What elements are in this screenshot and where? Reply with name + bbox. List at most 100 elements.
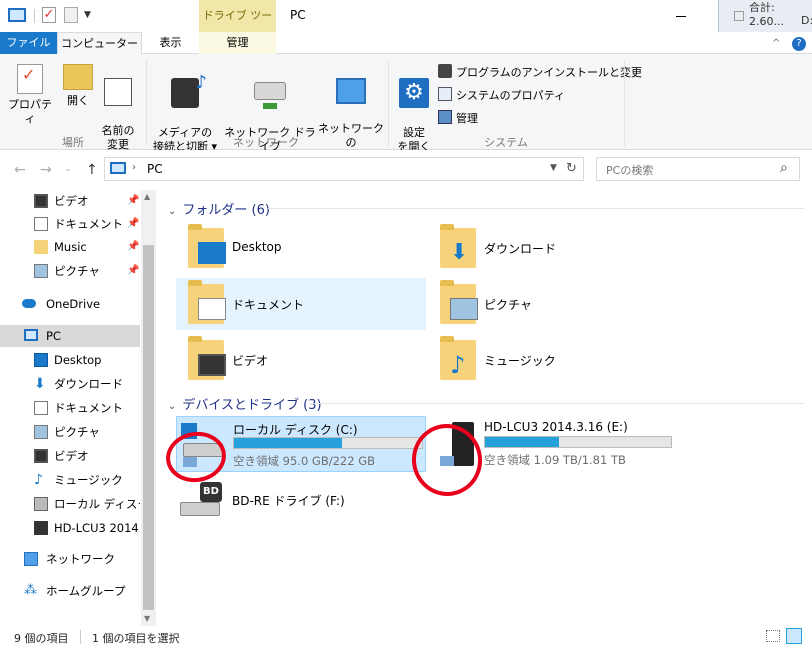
section-header-folders[interactable]: ⌄ フォルダー (6) (168, 199, 270, 218)
nav-item-label: PC (46, 329, 61, 343)
network-icon (24, 552, 38, 566)
tab-computer[interactable]: コンピューター (57, 32, 142, 54)
nav-item-hd-lcu3[interactable]: HD-LCU3 2014.3 (0, 517, 140, 539)
pin-icon[interactable]: 📌 (127, 260, 139, 282)
open-button[interactable]: 開く (60, 64, 96, 108)
details-view-icon[interactable] (766, 630, 780, 642)
forward-arrow-icon[interactable]: → (40, 162, 52, 178)
nav-item-label: OneDrive (46, 297, 101, 311)
maximize-button[interactable] (734, 11, 744, 21)
nav-item-homegroup[interactable]: ⁂ ホームグループ (0, 580, 140, 602)
folder-tile-downloads[interactable]: ⬇ ダウンロード (428, 222, 678, 274)
disc-icon (438, 64, 452, 78)
pc-icon (24, 329, 38, 341)
pc-icon (110, 162, 126, 174)
folder-icon: ⬇ (440, 224, 476, 268)
ribbon-group-separator (624, 60, 625, 146)
chevron-right-icon[interactable]: › (132, 162, 136, 173)
folder-label: ダウンロード (484, 242, 557, 256)
properties-label: プロパティ (8, 98, 52, 125)
qat-dropdown-icon[interactable]: ▼ (84, 10, 91, 20)
pin-icon[interactable]: 📌 (127, 190, 139, 212)
properties-qat-icon[interactable]: ✓ (42, 7, 56, 23)
folder-tile-desktop[interactable]: Desktop (176, 222, 426, 274)
nav-item-music[interactable]: Music 📌 (0, 236, 140, 258)
nav-item-pictures-2[interactable]: ピクチャ (0, 421, 140, 443)
scroll-down-arrow-icon[interactable]: ▼ (144, 614, 150, 623)
open-label: 開く (67, 94, 89, 107)
pin-icon[interactable]: 📌 (127, 236, 139, 258)
back-arrow-icon[interactable]: ← (14, 162, 26, 178)
refresh-icon[interactable]: ↻ (566, 161, 577, 176)
tab-file[interactable]: ファイル (0, 32, 57, 54)
tab-manage[interactable]: 管理 (199, 32, 276, 54)
status-selected-count: 1 個の項目を選択 (92, 632, 180, 645)
address-path[interactable]: PC (147, 162, 163, 176)
nav-item-network[interactable]: ネットワーク (0, 548, 140, 570)
search-icon[interactable]: ⌕ (780, 160, 788, 176)
recent-dropdown-icon[interactable]: ⌄ (64, 164, 72, 174)
chevron-down-icon[interactable]: ⌄ (168, 401, 176, 412)
section-header-devices[interactable]: ⌄ デバイスとドライブ (3) (168, 394, 322, 413)
cloud-icon (22, 299, 36, 308)
nav-item-label: ビデオ (54, 194, 89, 208)
drive-usage-bar (484, 436, 672, 448)
bd-disc-icon: BD (200, 482, 222, 502)
folder-tile-documents[interactable]: ドキュメント (176, 278, 426, 330)
chevron-down-icon[interactable]: ⌄ (168, 206, 176, 217)
address-bar[interactable] (104, 157, 584, 181)
computer-management-icon (438, 110, 452, 124)
collapse-ribbon-icon[interactable]: ^ (772, 38, 780, 49)
nav-item-videos[interactable]: ビデオ 📌 (0, 190, 140, 212)
tooltip-overlay: 合計: 2.60... D: (718, 0, 812, 32)
drive-tile-bd-re[interactable]: BD BD-RE ドライブ (F:) (176, 476, 426, 526)
system-properties-button[interactable]: システムのプロパティ (438, 87, 565, 103)
nav-item-pictures[interactable]: ピクチャ 📌 (0, 260, 140, 282)
document-icon (34, 217, 48, 231)
nav-item-videos-2[interactable]: ビデオ (0, 445, 140, 467)
nav-item-label: ビデオ (54, 449, 89, 463)
nav-item-downloads[interactable]: ⬇ ダウンロード (0, 373, 140, 395)
large-icons-view-icon[interactable] (786, 628, 802, 644)
gear-icon: ⚙ (399, 78, 429, 108)
folder-tile-music[interactable]: ♪ ミュージック (428, 334, 678, 386)
title-bar (0, 0, 812, 32)
nav-item-music-2[interactable]: ♪ ミュージック (0, 469, 140, 491)
nav-item-documents-2[interactable]: ドキュメント (0, 397, 140, 419)
nav-item-onedrive[interactable]: OneDrive (0, 293, 140, 315)
nav-item-desktop[interactable]: Desktop (0, 349, 140, 371)
scroll-up-arrow-icon[interactable]: ▲ (144, 192, 150, 201)
pictures-icon (34, 425, 48, 439)
download-icon: ⬇ (450, 240, 469, 265)
folder-tile-pictures[interactable]: ピクチャ (428, 278, 678, 330)
nav-item-local-disk[interactable]: ローカル ディスク (C (0, 493, 140, 515)
properties-button[interactable]: プロパティ (6, 64, 54, 126)
network-location-icon (336, 78, 366, 104)
video-icon (34, 449, 48, 463)
new-folder-qat-icon[interactable] (64, 7, 78, 23)
uninstall-programs-button[interactable]: プログラムのアンインストールと変更 (438, 64, 642, 80)
section-title: デバイスとドライブ (3) (182, 398, 322, 413)
navigation-pane: ビデオ 📌 ドキュメント 📌 Music 📌 ピクチャ 📌 OneDrive P… (0, 190, 156, 626)
up-arrow-icon[interactable]: ↑ (86, 162, 98, 178)
ribbon-tabs: ファイル コンピューター 表示 管理 (0, 32, 812, 54)
drive-usage-bar (233, 437, 423, 449)
help-icon[interactable]: ? (792, 37, 806, 51)
folder-icon (188, 224, 226, 268)
address-dropdown-icon[interactable]: ▼ (550, 163, 557, 173)
pin-icon[interactable]: 📌 (127, 213, 139, 235)
nav-scrollbar-thumb[interactable] (143, 245, 154, 610)
folder-tile-videos[interactable]: ビデオ (176, 334, 426, 386)
ribbon: プロパティ 開く 名前の 変更 場所 メディアの 接続と切断 ▾ ネットワーク … (0, 54, 812, 167)
minimize-button[interactable] (676, 16, 686, 17)
manage-button[interactable]: 管理 (438, 110, 478, 126)
group-label-system: システム (484, 136, 528, 149)
nav-item-label: ネットワーク (46, 552, 115, 566)
music-note-icon: ♪ (450, 351, 466, 379)
tab-view[interactable]: 表示 (142, 32, 199, 54)
nav-item-pc[interactable]: PC (0, 325, 140, 347)
download-icon: ⬇ (34, 376, 46, 392)
uninstall-programs-label: プログラムのアンインストールと変更 (456, 66, 643, 79)
nav-item-documents[interactable]: ドキュメント 📌 (0, 213, 140, 235)
nav-item-label: HD-LCU3 2014.3 (54, 521, 140, 535)
